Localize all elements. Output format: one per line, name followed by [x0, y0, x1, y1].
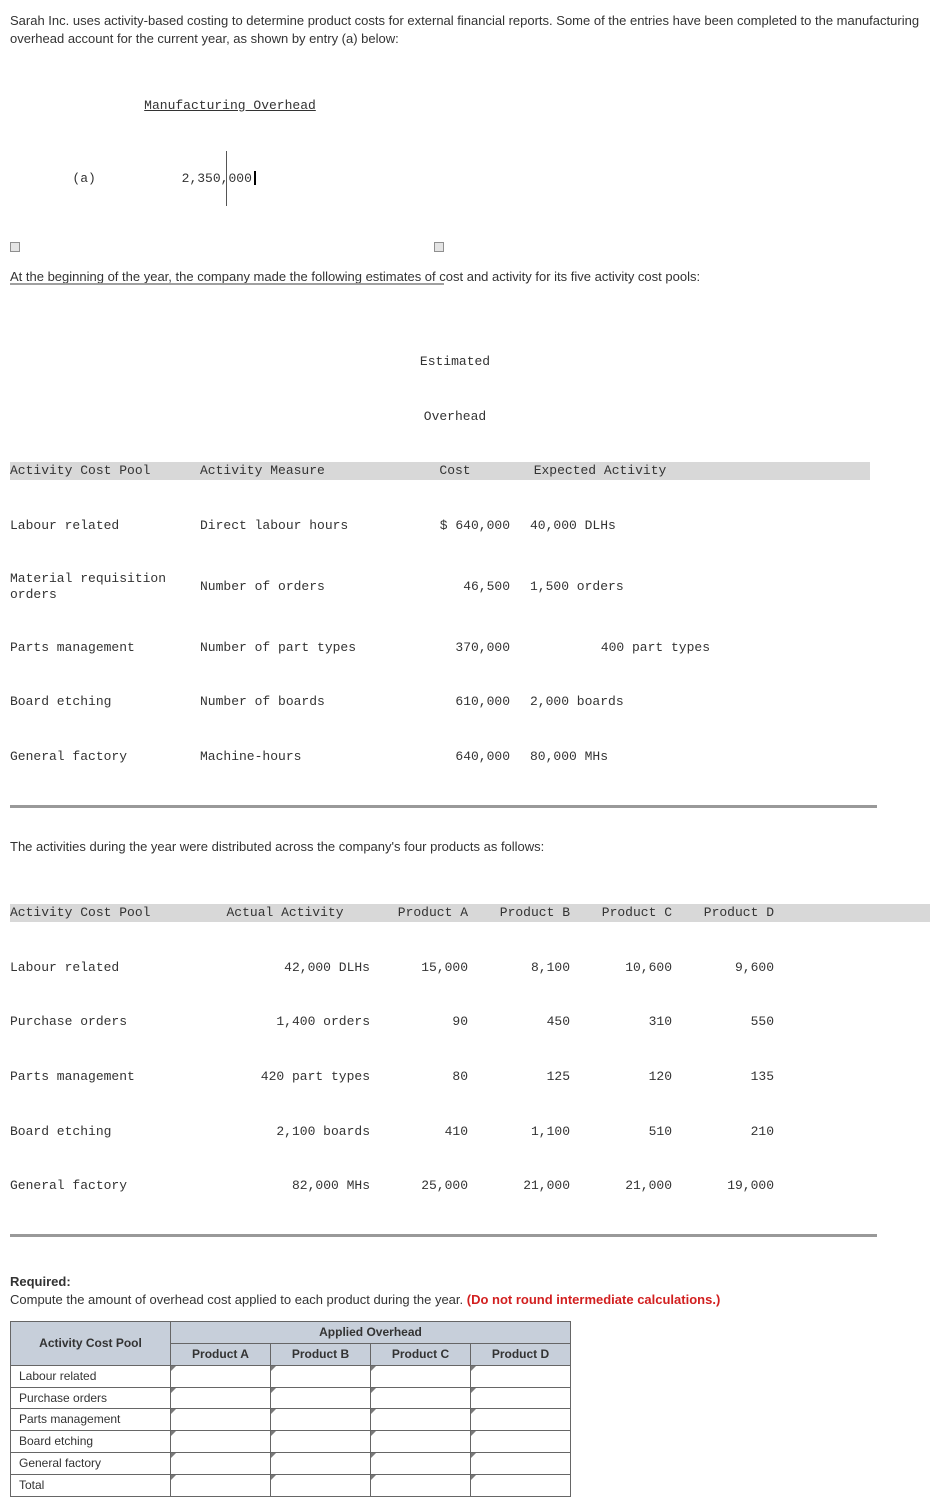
answer-input-cell[interactable] — [171, 1452, 271, 1474]
answer-input-cell[interactable] — [471, 1452, 571, 1474]
table-row: Board etching — [10, 693, 200, 711]
t-account-title: Manufacturing Overhead — [10, 97, 450, 115]
required-text: Compute the amount of overhead cost appl… — [10, 1292, 467, 1307]
answer-input-cell[interactable] — [471, 1431, 571, 1453]
col-activity-pool: Activity Cost Pool — [10, 462, 200, 480]
intro-paragraph-3: The activities during the year were dist… — [10, 838, 921, 856]
col-activity-pool: Activity Cost Pool — [10, 904, 200, 922]
answer-table: Activity Cost Pool Applied Overhead Prod… — [10, 1321, 571, 1496]
table-row: General factory — [10, 748, 200, 766]
answer-input-cell[interactable] — [171, 1431, 271, 1453]
required-label: Required: — [10, 1274, 71, 1289]
table-row: Labour related — [10, 517, 200, 535]
answer-col-product-d: Product D — [471, 1343, 571, 1365]
col-activity-measure: Activity Measure — [200, 462, 400, 480]
intro-paragraph-1: Sarah Inc. uses activity-based costing t… — [10, 12, 921, 48]
table-row: Board etching — [10, 1123, 200, 1141]
answer-row-label: Purchase orders — [11, 1387, 171, 1409]
table-row: Labour related — [10, 959, 200, 977]
answer-row-label: Total — [11, 1474, 171, 1496]
answer-row-label: Board etching — [11, 1431, 171, 1453]
answer-input-cell[interactable] — [271, 1452, 371, 1474]
col-overhead: Overhead — [400, 408, 510, 426]
answer-input-cell[interactable] — [471, 1365, 571, 1387]
answer-input-cell[interactable] — [371, 1409, 471, 1431]
answer-col-product-a: Product A — [171, 1343, 271, 1365]
table-row: General factory — [10, 1177, 200, 1195]
col-product-b: Product B — [478, 904, 580, 922]
answer-input-cell[interactable] — [471, 1474, 571, 1496]
answer-input-cell[interactable] — [271, 1387, 371, 1409]
answer-input-cell[interactable] — [171, 1409, 271, 1431]
table-row: Purchase orders — [10, 1013, 200, 1031]
col-estimated: Estimated — [400, 353, 510, 371]
answer-col-product-b: Product B — [271, 1343, 371, 1365]
scroll-button-left[interactable] — [10, 242, 20, 252]
answer-input-cell[interactable] — [271, 1431, 371, 1453]
answer-input-cell[interactable] — [371, 1387, 471, 1409]
answer-col-product-c: Product C — [371, 1343, 471, 1365]
answer-input-cell[interactable] — [471, 1387, 571, 1409]
table-divider — [10, 1234, 877, 1237]
answer-row-label: Labour related — [11, 1365, 171, 1387]
answer-span-header: Applied Overhead — [171, 1322, 571, 1344]
answer-input-cell[interactable] — [371, 1474, 471, 1496]
col-product-a: Product A — [376, 904, 478, 922]
horizontal-scrollbar[interactable] — [10, 242, 450, 252]
t-account-entry-label: (a) — [72, 171, 95, 186]
answer-row-label: Parts management — [11, 1409, 171, 1431]
t-account-manufacturing-overhead: Manufacturing Overhead (a) 2,350,000 — [10, 60, 450, 242]
answer-col-activity: Activity Cost Pool — [11, 1322, 171, 1366]
table-row: Parts management — [10, 1068, 200, 1086]
answer-input-cell[interactable] — [171, 1365, 271, 1387]
table-row: Material requisition orders — [10, 571, 200, 602]
answer-input-cell[interactable] — [271, 1365, 371, 1387]
col-product-c: Product C — [580, 904, 682, 922]
col-cost: Cost — [400, 462, 510, 480]
scroll-button-right[interactable] — [434, 242, 444, 252]
table-divider — [10, 805, 877, 808]
table-actual-activity: Activity Cost Pool Actual Activity Produ… — [10, 868, 930, 1255]
answer-input-cell[interactable] — [471, 1409, 571, 1431]
col-actual-activity: Actual Activity — [200, 904, 376, 922]
answer-input-cell[interactable] — [171, 1474, 271, 1496]
required-warning: (Do not round intermediate calculations.… — [467, 1292, 721, 1307]
table-estimates: Estimated Overhead Activity Cost Pool Ac… — [10, 298, 870, 825]
col-product-d: Product D — [682, 904, 784, 922]
answer-input-cell[interactable] — [271, 1474, 371, 1496]
col-expected-activity: Expected Activity — [510, 462, 690, 480]
table-row: Parts management — [10, 639, 200, 657]
answer-row-label: General factory — [11, 1452, 171, 1474]
answer-input-cell[interactable] — [171, 1387, 271, 1409]
answer-input-cell[interactable] — [371, 1431, 471, 1453]
answer-input-cell[interactable] — [271, 1409, 371, 1431]
answer-input-cell[interactable] — [371, 1365, 471, 1387]
answer-input-cell[interactable] — [371, 1452, 471, 1474]
